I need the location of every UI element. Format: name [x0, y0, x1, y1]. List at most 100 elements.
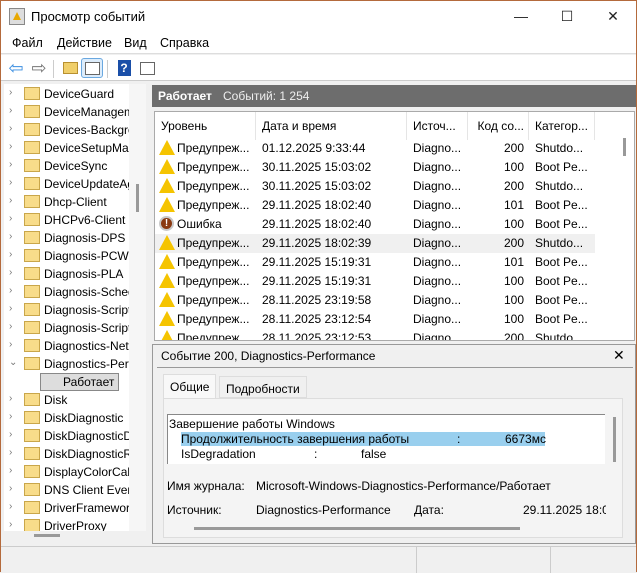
tree-item[interactable]: › DNS Client Events	[4, 481, 129, 499]
back-arrow-icon[interactable]: ⇦	[5, 58, 27, 78]
chevron-right-icon[interactable]: ›	[9, 429, 12, 440]
table-row[interactable]: Предупреж... 28.11.2025 23:12:54 Diagno...…	[155, 310, 595, 329]
table-row[interactable]: Предупреж... 30.11.2025 15:03:02 Diagno...…	[155, 158, 595, 177]
tree-item[interactable]: › DiskDiagnostic	[4, 409, 129, 427]
chevron-right-icon[interactable]: ›	[9, 195, 12, 206]
close-detail-icon[interactable]: ✕	[613, 347, 625, 364]
cell-event-id: 100	[503, 312, 524, 326]
chevron-down-icon[interactable]: ⌄	[9, 357, 17, 368]
chevron-right-icon[interactable]: ›	[9, 177, 12, 188]
cell-date: 29.11.2025 15:19:31	[262, 255, 372, 269]
tree-item[interactable]: › DiskDiagnosticResolver	[4, 445, 129, 463]
tree-item[interactable]: › Diagnosis-Scripted	[4, 319, 129, 337]
chevron-right-icon[interactable]: ›	[9, 465, 12, 476]
tab-general[interactable]: Общие	[163, 374, 217, 398]
tree-item[interactable]: › Devices-Background	[4, 121, 129, 139]
tree-item-label: Diagnostics-Networking	[44, 339, 129, 353]
tree-item[interactable]: › Disk	[4, 391, 129, 409]
tree-item[interactable]: › DeviceGuard	[4, 85, 129, 103]
tree-item[interactable]: › Diagnostics-Networking	[4, 337, 129, 355]
chevron-right-icon[interactable]: ›	[9, 447, 12, 458]
description-box[interactable]: Завершение работы Windows Продолжительно…	[167, 414, 616, 464]
chevron-right-icon[interactable]: ›	[9, 105, 12, 116]
tree-item[interactable]: › Diagnosis-Scheduled	[4, 283, 129, 301]
menu-file[interactable]: Файл	[12, 36, 43, 50]
menu-action[interactable]: Действие	[57, 36, 112, 50]
tree-item[interactable]: › DeviceSync	[4, 157, 129, 175]
list-scrollbar[interactable]	[623, 138, 626, 156]
table-row[interactable]: Предупреж... 28.11.2025 23:12:53 Diagno...…	[155, 329, 595, 340]
chevron-right-icon[interactable]: ›	[9, 231, 12, 242]
column-date[interactable]: Дата и время	[256, 112, 407, 140]
help-icon[interactable]: ?	[113, 58, 135, 78]
table-row[interactable]: Предупреж... 29.11.2025 18:02:39 Diagno...…	[155, 234, 595, 253]
tree-item-label: DisplayColorCalibration	[44, 465, 129, 479]
cell-level: Предупреж...	[177, 312, 250, 326]
column-source[interactable]: Источ...	[407, 112, 468, 140]
tree-item[interactable]: › DeviceSetupManager	[4, 139, 129, 157]
chevron-right-icon[interactable]: ›	[9, 339, 12, 350]
minimize-button[interactable]: —	[498, 1, 544, 31]
folder-icon	[24, 231, 40, 244]
tree-item[interactable]: › DHCPv6-Client	[4, 211, 129, 229]
column-event-id[interactable]: Код со...	[468, 112, 529, 140]
table-row[interactable]: Предупреж... 01.12.2025 9:33:44 Diagno... 2…	[155, 139, 595, 158]
table-row[interactable]: Предупреж... 29.11.2025 15:19:31 Diagno...…	[155, 253, 595, 272]
tree-scrollbar[interactable]	[129, 84, 146, 531]
menu-help[interactable]: Справка	[160, 36, 209, 50]
tree-horizontal-scrollbar[interactable]	[34, 534, 60, 537]
chevron-right-icon[interactable]: ›	[9, 159, 12, 170]
tree-item[interactable]: › Diagnosis-Scripted	[4, 301, 129, 319]
tree-item[interactable]: › DeviceManagement	[4, 103, 129, 121]
chevron-right-icon[interactable]: ›	[9, 285, 12, 296]
tree-item[interactable]: Работает	[4, 373, 129, 391]
forward-arrow-icon[interactable]: ⇨	[28, 58, 50, 78]
menu-view[interactable]: Вид	[124, 36, 147, 50]
maximize-button[interactable]: ☐	[544, 1, 590, 31]
chevron-right-icon[interactable]: ›	[9, 321, 12, 332]
chevron-right-icon[interactable]: ›	[9, 303, 12, 314]
tab-details[interactable]: Подробности	[219, 376, 307, 398]
description-scrollbar[interactable]	[613, 417, 616, 462]
chevron-right-icon[interactable]: ›	[9, 213, 12, 224]
tree-item[interactable]: › DeviceUpdateAgent	[4, 175, 129, 193]
tree-item[interactable]: › DriverFrameworks	[4, 499, 129, 517]
close-button[interactable]: ✕	[590, 1, 636, 31]
show-action-pane-icon[interactable]	[136, 58, 158, 78]
tree-item[interactable]: › Diagnosis-PLA	[4, 265, 129, 283]
tree-item[interactable]: › Dhcp-Client	[4, 193, 129, 211]
folder-up-icon[interactable]	[59, 58, 81, 78]
app-icon	[9, 8, 25, 25]
cell-level: Предупреж...	[177, 141, 250, 155]
table-row[interactable]: ! Ошибка 29.11.2025 18:02:40 Diagno... 100 Bo…	[155, 215, 595, 234]
table-row[interactable]: Предупреж... 28.11.2025 23:19:58 Diagno...…	[155, 291, 595, 310]
chevron-right-icon[interactable]: ›	[9, 123, 12, 134]
chevron-right-icon[interactable]: ›	[9, 519, 12, 530]
warning-icon	[159, 292, 175, 307]
table-row[interactable]: Предупреж... 30.11.2025 15:03:02 Diagno...…	[155, 177, 595, 196]
detail-horizontal-scrollbar[interactable]	[194, 527, 520, 530]
column-level[interactable]: Уровень	[155, 112, 256, 140]
table-row[interactable]: Предупреж... 29.11.2025 15:19:31 Diagno...…	[155, 272, 595, 291]
folder-icon	[24, 249, 40, 262]
show-hide-tree-icon[interactable]	[81, 58, 103, 78]
chevron-right-icon[interactable]: ›	[9, 393, 12, 404]
chevron-right-icon[interactable]: ›	[9, 87, 12, 98]
tree-item[interactable]: › Diagnosis-DPS	[4, 229, 129, 247]
chevron-right-icon[interactable]: ›	[9, 141, 12, 152]
tree-item[interactable]: › Diagnosis-PCW	[4, 247, 129, 265]
event-detail-pane: Событие 200, Diagnostics-Performance ✕ О…	[152, 344, 636, 544]
tree-item[interactable]: ⌄ Diagnostics-Performance	[4, 355, 129, 373]
chevron-right-icon[interactable]: ›	[9, 249, 12, 260]
tree-item[interactable]: › DisplayColorCalibration	[4, 463, 129, 481]
column-category[interactable]: Категор...	[529, 112, 595, 140]
chevron-right-icon[interactable]: ›	[9, 267, 12, 278]
folder-icon	[24, 285, 40, 298]
chevron-right-icon[interactable]: ›	[9, 483, 12, 494]
tree-item[interactable]: › DriverProxy	[4, 517, 129, 531]
tree-item[interactable]: › DiskDiagnosticDataCollector	[4, 427, 129, 445]
menu-bar: Файл Действие Вид Справка	[1, 33, 636, 54]
table-row[interactable]: Предупреж... 29.11.2025 18:02:40 Diagno...…	[155, 196, 595, 215]
chevron-right-icon[interactable]: ›	[9, 411, 12, 422]
chevron-right-icon[interactable]: ›	[9, 501, 12, 512]
